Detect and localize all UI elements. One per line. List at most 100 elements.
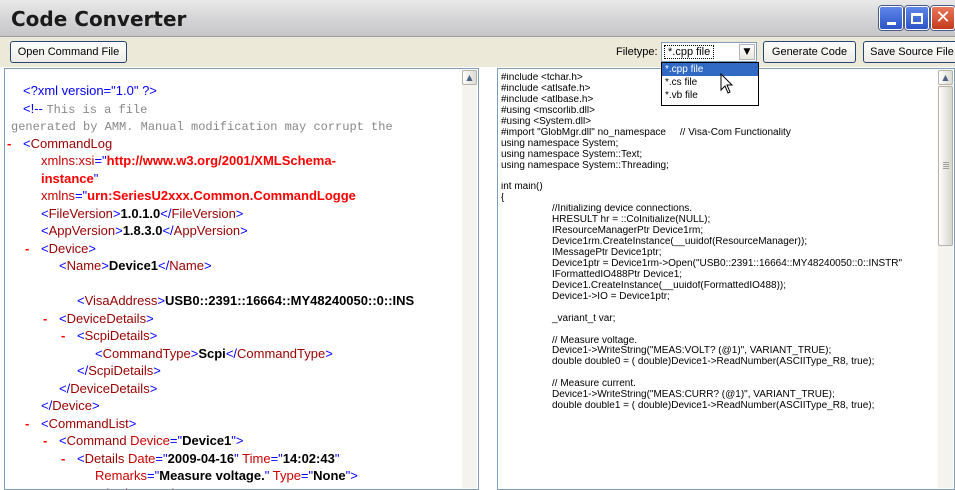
xml-token: > xyxy=(115,223,123,238)
code-line: Device1->WriteString("MEAS:VOLT? (@1)", … xyxy=(552,346,832,357)
xml-token: > xyxy=(240,223,248,238)
code-line: Device1->WriteString("MEAS:CURR? (@1)", … xyxy=(552,390,835,401)
xml-token: " xyxy=(238,486,243,490)
xml-token: 1.0.1.0 xyxy=(120,205,161,221)
scroll-up-icon[interactable]: ▲ xyxy=(462,70,477,85)
collapse-toggle[interactable]: - xyxy=(43,311,47,326)
xml-line: xmlns:xsi="http://www.w3.org/2001/XMLSch… xyxy=(11,153,466,171)
collapse-toggle[interactable]: - xyxy=(7,136,11,151)
xml-token: Date xyxy=(124,450,156,466)
xml-token: FileVersion xyxy=(171,205,236,221)
filetype-option-cs[interactable]: *.cs file xyxy=(662,76,758,89)
collapse-toggle[interactable]: - xyxy=(25,416,29,431)
save-source-file-label: Save Source File xyxy=(870,46,954,58)
xml-token: < xyxy=(77,486,85,490)
save-source-file-button[interactable]: Save Source File xyxy=(863,41,955,63)
xml-token: FileVersion xyxy=(48,205,113,221)
code-line: IResourceManagerPtr Device1rm; xyxy=(552,226,704,237)
xml-token: AppVersion xyxy=(48,223,116,238)
xml-token: < xyxy=(41,223,49,238)
close-button[interactable]: ✕ xyxy=(931,6,955,30)
xml-line: </ScpiDetails> xyxy=(11,363,466,381)
xml-token: CommandType xyxy=(102,345,191,361)
code-line: Device1->IO = Device1ptr; xyxy=(552,291,670,302)
code-line: using namespace System; xyxy=(501,138,619,149)
xml-token: DeviceDetails xyxy=(70,380,150,396)
xml-token: < xyxy=(23,135,31,151)
code-view-pane[interactable]: #include <tchar.h> #include <atlsafe.h> #i… xyxy=(497,68,955,490)
generate-code-label: Generate Code xyxy=(771,46,848,58)
xml-content: <?xml version="1.0" ?> <!-- This is a fil… xyxy=(7,83,466,490)
xml-token: VisaAddress xyxy=(84,293,158,308)
collapse-toggle[interactable]: - xyxy=(61,486,65,490)
open-command-file-button[interactable]: Open Command File xyxy=(10,41,127,63)
xml-token: CommandLog xyxy=(30,135,113,151)
code-line: double double0 = ( double)Device1->ReadN… xyxy=(552,357,875,368)
filetype-selected-value: *.cpp file xyxy=(664,45,715,59)
xml-token: > xyxy=(325,345,333,361)
xml-token: xmlns xyxy=(41,188,75,203)
code-line: HRESULT hr = ::CoInitialize(NULL); xyxy=(552,215,711,226)
xml-token: <?xml version="1.0" ?> xyxy=(23,83,157,98)
xml-token: Details xyxy=(84,450,125,466)
xml-token: Query xyxy=(201,486,239,490)
scroll-up-icon[interactable]: ▲ xyxy=(938,70,953,85)
code-scroll-thumb[interactable] xyxy=(938,86,953,246)
xml-line: <AppVersion>1.8.3.0</AppVersion> xyxy=(11,223,466,241)
xml-token: > xyxy=(128,415,137,431)
xml-line: <?xml version="1.0" ?> xyxy=(11,83,466,101)
code-content: #include <tchar.h> #include <atlsafe.h> #i… xyxy=(501,73,933,423)
collapse-toggle[interactable]: - xyxy=(43,433,47,448)
xml-token: > xyxy=(157,293,165,308)
xml-token: > xyxy=(153,363,161,378)
xml-line: </DeviceDetails> xyxy=(11,381,466,399)
xml-token: DeviceDetails xyxy=(66,310,147,326)
xml-token: > xyxy=(235,205,244,221)
xml-token: 14:02:43 xyxy=(282,450,335,466)
xml-token: > xyxy=(101,258,109,273)
xml-line xyxy=(11,276,466,294)
xml-token: http://www.w3.org/2001/XMLSchema- xyxy=(106,153,336,168)
code-line: IMessagePtr Device1ptr; xyxy=(552,248,662,258)
xml-line: </Device> xyxy=(11,398,466,416)
xml-view-pane[interactable]: <?xml version="1.0" ?> <!-- This is a fil… xyxy=(4,68,479,490)
maximize-icon xyxy=(911,12,923,24)
collapse-toggle[interactable]: - xyxy=(61,451,65,466)
xml-token: ScpiDetails xyxy=(84,328,150,343)
xml-token: Name xyxy=(169,258,204,273)
minimize-button[interactable] xyxy=(879,6,903,30)
xml-token: =" xyxy=(169,433,183,448)
collapse-toggle[interactable]: - xyxy=(25,241,29,256)
generate-code-button[interactable]: Generate Code xyxy=(763,41,856,63)
xml-token: Method xyxy=(85,486,128,490)
maximize-button[interactable] xyxy=(905,6,929,30)
xml-token: < xyxy=(59,310,67,326)
filetype-label: Filetype: xyxy=(616,46,658,58)
xml-token: < xyxy=(41,205,49,221)
xml-line: - <CommandLog xyxy=(7,135,466,154)
xml-line: xmlns="urn:SeriesU2xxx.Common.CommandLog… xyxy=(11,188,466,206)
collapse-toggle[interactable]: - xyxy=(61,328,65,343)
xml-vertical-scrollbar[interactable]: ▲ xyxy=(462,70,477,488)
xml-line: - <ScpiDetails> xyxy=(11,328,466,346)
xml-token: < xyxy=(77,328,85,343)
xml-line: <FileVersion>1.0.1.0</FileVersion> xyxy=(11,206,466,224)
filetype-option-cpp[interactable]: *.cpp file xyxy=(662,63,758,76)
code-vertical-scrollbar[interactable]: ▲ xyxy=(938,70,953,488)
xml-token: < xyxy=(41,415,49,431)
xml-token: Time xyxy=(238,450,271,466)
xml-token: Name xyxy=(66,258,102,273)
code-line: Device1ptr = Device1rm->Open("USB0::2391… xyxy=(552,258,903,269)
xml-token: =" xyxy=(155,450,168,466)
xml-line: Remarks="Measure voltage." Type="None"> xyxy=(11,468,466,486)
chevron-down-icon[interactable]: ▼ xyxy=(739,44,755,60)
code-line: #using <mscorlib.dll> xyxy=(501,105,595,116)
xml-token: < xyxy=(59,258,67,273)
xml-token: <!-- xyxy=(23,100,47,116)
filetype-select[interactable]: *.cpp file ▼ xyxy=(661,42,757,62)
xml-token: Operation xyxy=(128,486,189,490)
filetype-option-vb[interactable]: *.vb file xyxy=(662,89,758,102)
